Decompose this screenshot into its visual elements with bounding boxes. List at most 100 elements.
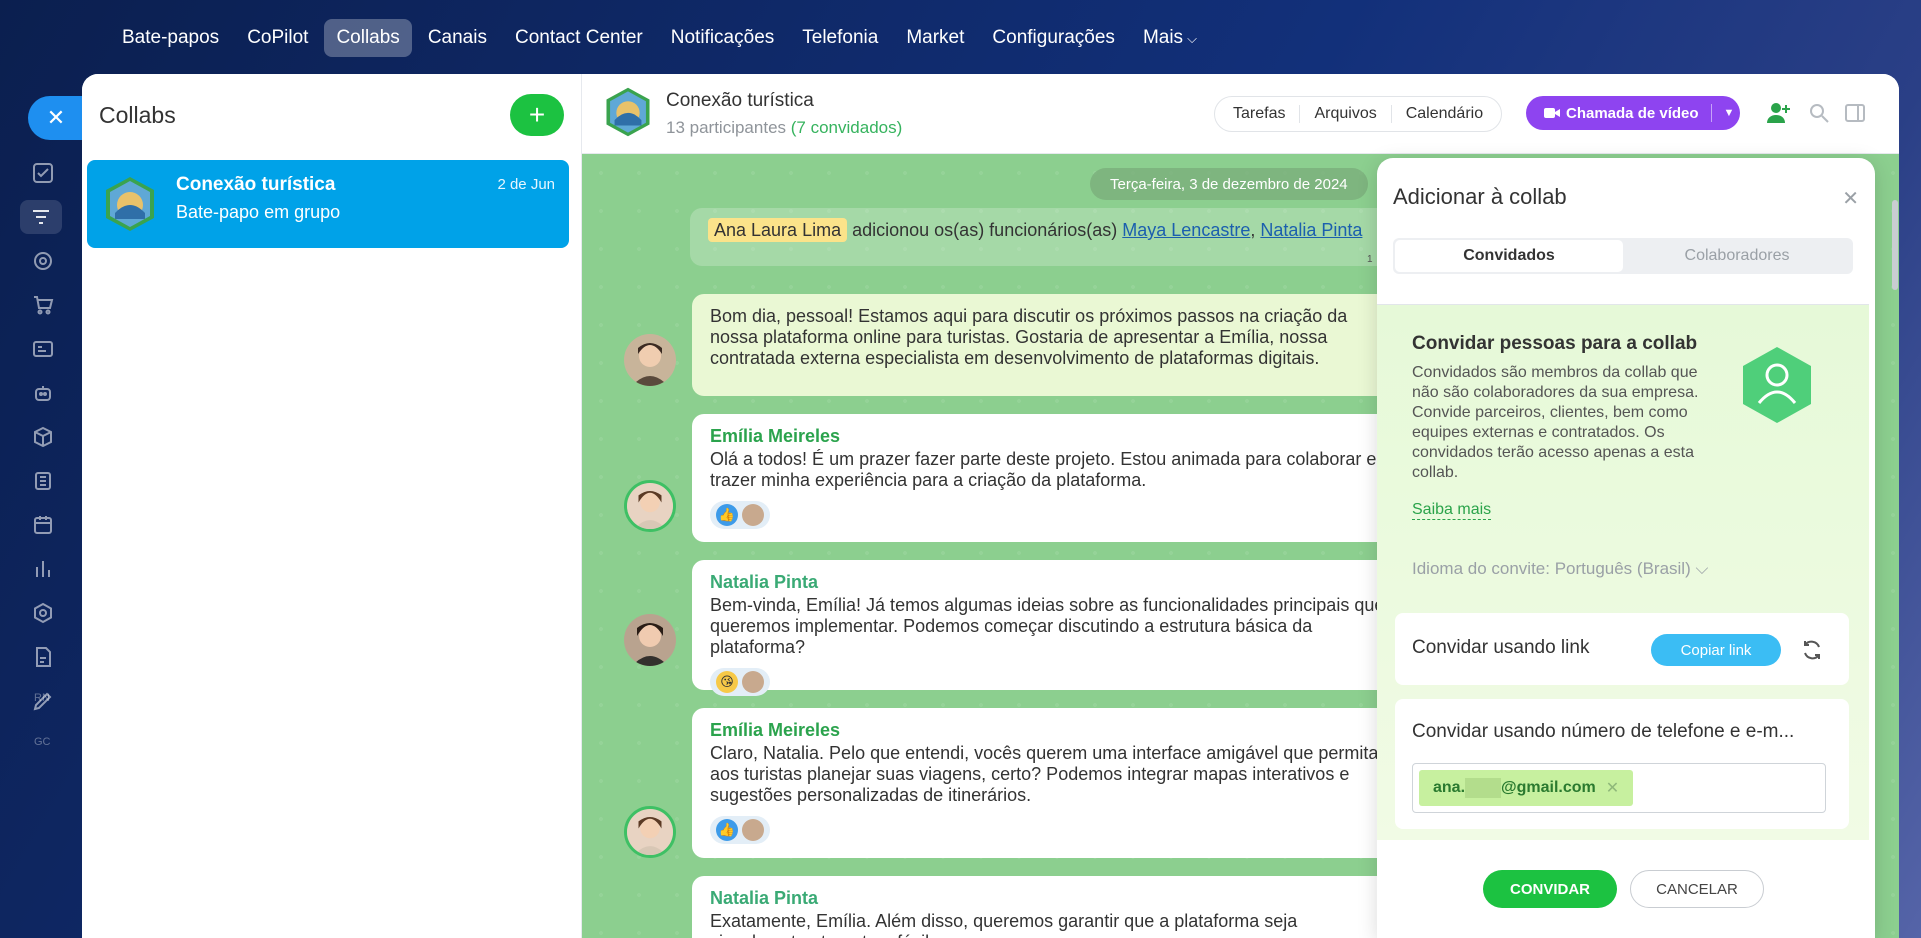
message-text: Claro, Natalia. Pelo que entendi, vocês … bbox=[710, 742, 1379, 805]
message-reactions[interactable]: 👍 bbox=[710, 815, 770, 844]
chevron-down-icon[interactable]: ▼ bbox=[1724, 107, 1735, 119]
email-input[interactable]: ana. @gmail.com ✕ bbox=[1412, 763, 1826, 813]
message-author[interactable]: Emília Meireles bbox=[710, 720, 1394, 741]
message-author[interactable]: Emília Meireles bbox=[710, 426, 1394, 447]
nav-mais-label: Mais bbox=[1142, 27, 1184, 48]
nav-telefonia[interactable]: Telefonia bbox=[790, 19, 890, 57]
chat-item-name: Conexão turística bbox=[176, 174, 336, 195]
avatar[interactable] bbox=[624, 334, 676, 386]
smile-emoji-icon: 😘 bbox=[716, 670, 738, 693]
chat-participants[interactable]: 13 participantes (7 convidados) bbox=[666, 118, 902, 138]
avatar[interactable] bbox=[624, 480, 676, 532]
thumbs-up-icon: 👍 bbox=[716, 818, 738, 841]
avatar[interactable] bbox=[624, 614, 676, 666]
plus-icon: + bbox=[528, 99, 546, 130]
tab-convidados[interactable]: Convidados bbox=[1395, 240, 1623, 272]
add-collab-button[interactable]: + bbox=[510, 94, 564, 136]
divider bbox=[1710, 104, 1712, 122]
message-bubble[interactable]: Bom dia, pessoal! Estamos aqui para disc… bbox=[692, 294, 1412, 396]
chat-item-conexao-turistica[interactable]: Conexão turística 2 de Jun Bate-papo em … bbox=[87, 160, 569, 248]
add-user-icon[interactable] bbox=[1766, 100, 1792, 126]
tab-tarefas[interactable]: Tarefas bbox=[1219, 105, 1299, 123]
nav-market[interactable]: Market bbox=[894, 19, 976, 57]
nav-mais[interactable]: Mais ⌵ bbox=[1131, 19, 1209, 57]
learn-more-link[interactable]: Saiba mais bbox=[1412, 501, 1492, 520]
box-icon[interactable] bbox=[26, 420, 60, 454]
system-message-text: adicionou os(as) funcionários(as) bbox=[852, 220, 1118, 240]
message-text: Bom dia, pessoal! Estamos aqui para disc… bbox=[710, 306, 1348, 368]
invite-language-label: Idioma do convite: Português (Brasil) bbox=[1412, 559, 1691, 578]
message-bubble[interactable]: Emília Meireles Claro, Natalia. Pelo que… bbox=[692, 708, 1412, 858]
user-link-maya[interactable]: Maya Lencastre bbox=[1122, 220, 1250, 240]
invite-section: Convidar pessoas para a collab Convidado… bbox=[1377, 304, 1869, 840]
system-message: Ana Laura Lima adicionou os(as) funcioná… bbox=[690, 208, 1410, 266]
document-edit-icon[interactable] bbox=[26, 640, 60, 674]
message-author[interactable]: Natalia Pinta bbox=[710, 572, 1394, 593]
nav-contact-center[interactable]: Contact Center bbox=[503, 19, 655, 57]
invite-email-title: Convidar usando número de telefone e e-m… bbox=[1412, 721, 1795, 742]
nav-configuracoes[interactable]: Configurações bbox=[980, 19, 1127, 57]
nav-copilot[interactable]: CoPilot bbox=[235, 19, 320, 57]
hexagon-icon[interactable] bbox=[26, 596, 60, 630]
avatar[interactable] bbox=[624, 806, 676, 858]
robot-icon[interactable] bbox=[26, 376, 60, 410]
close-icon[interactable]: ✕ bbox=[28, 96, 84, 140]
contact-card-icon[interactable] bbox=[26, 332, 60, 366]
message-text: Bem-vinda, Emília! Já temos algumas idei… bbox=[710, 594, 1385, 657]
cart-icon[interactable] bbox=[26, 288, 60, 322]
message-bubble[interactable]: Natalia Pinta Exatamente, Emília. Além d… bbox=[692, 876, 1412, 938]
close-icon[interactable]: ✕ bbox=[1842, 186, 1859, 211]
add-to-collab-panel: Adicionar à collab ✕ Convidados Colabora… bbox=[1377, 158, 1875, 938]
message-reactions[interactable]: 😘 bbox=[710, 667, 770, 696]
user-link-natalia[interactable]: Natalia Pinta bbox=[1260, 220, 1362, 240]
message-reactions[interactable]: 👍 bbox=[710, 500, 770, 529]
panel-tabs: Convidados Colaboradores bbox=[1393, 238, 1853, 274]
invite-title: Convidar pessoas para a collab bbox=[1412, 333, 1698, 354]
nav-collabs[interactable]: Collabs bbox=[324, 19, 412, 57]
copy-link-button[interactable]: Copiar link bbox=[1651, 634, 1781, 666]
camera-icon bbox=[1544, 108, 1560, 118]
collab-avatar bbox=[106, 177, 154, 231]
tab-arquivos[interactable]: Arquivos bbox=[1299, 105, 1390, 123]
reaction-avatar bbox=[742, 818, 764, 841]
scrollbar[interactable] bbox=[1892, 200, 1898, 290]
calendar-icon[interactable] bbox=[26, 508, 60, 542]
remove-tag-icon[interactable]: ✕ bbox=[1606, 778, 1619, 798]
invite-button[interactable]: CONVIDAR bbox=[1483, 870, 1617, 908]
collab-avatar[interactable] bbox=[602, 86, 654, 138]
panel-toggle-icon[interactable] bbox=[1842, 100, 1868, 126]
tab-colaboradores[interactable]: Colaboradores bbox=[1623, 240, 1851, 272]
refresh-icon[interactable] bbox=[1801, 639, 1823, 661]
message-text: Olá a todos! É um prazer fazer parte des… bbox=[710, 448, 1377, 490]
tasks-icon[interactable] bbox=[26, 156, 60, 190]
filter-icon[interactable] bbox=[20, 200, 62, 234]
email-tag[interactable]: ana. @gmail.com ✕ bbox=[1419, 770, 1634, 806]
date-divider: Terça-feira, 3 de dezembro de 2024 bbox=[1090, 168, 1368, 200]
chat-item-date: 2 de Jun bbox=[497, 176, 555, 193]
rail-group-initials[interactable]: GC bbox=[34, 736, 51, 748]
system-message-user[interactable]: Ana Laura Lima bbox=[708, 218, 848, 242]
invite-link-card: Convidar usando link Copiar link bbox=[1395, 613, 1849, 685]
message-bubble[interactable]: Emília Meireles Olá a todos! É um prazer… bbox=[692, 414, 1412, 542]
tab-calendario[interactable]: Calendário bbox=[1390, 105, 1497, 123]
system-message-counter: 1 bbox=[1367, 254, 1373, 265]
message-bubble[interactable]: Natalia Pinta Bem-vinda, Emília! Já temo… bbox=[692, 560, 1412, 696]
rail-user-initials[interactable]: RN bbox=[34, 692, 50, 704]
nav-notificacoes[interactable]: Notificações bbox=[659, 19, 787, 57]
guests-count: (7 convidados) bbox=[790, 118, 903, 137]
nav-bate-papos[interactable]: Bate-papos bbox=[110, 19, 231, 57]
cancel-button[interactable]: CANCELAR bbox=[1630, 870, 1764, 908]
nav-canais[interactable]: Canais bbox=[416, 19, 499, 57]
chat-title[interactable]: Conexão turística bbox=[666, 90, 814, 112]
bar-chart-icon[interactable] bbox=[26, 552, 60, 586]
message-author[interactable]: Natalia Pinta bbox=[710, 888, 1394, 909]
target-icon[interactable] bbox=[26, 244, 60, 278]
participants-count: 13 participantes bbox=[666, 118, 787, 137]
search-icon[interactable] bbox=[1806, 100, 1832, 126]
invite-language-select[interactable]: Idioma do convite: Português (Brasil) ⌵ bbox=[1412, 559, 1708, 579]
video-call-button[interactable]: Chamada de vídeo ▼ bbox=[1526, 96, 1740, 130]
invite-email-card: Convidar usando número de telefone e e-m… bbox=[1395, 699, 1849, 829]
collabs-sidebar: Collabs + Conexão turística 2 de Jun Bat… bbox=[82, 74, 582, 938]
building-icon[interactable] bbox=[26, 464, 60, 498]
chat-item-subtitle: Bate-papo em grupo bbox=[176, 202, 341, 222]
